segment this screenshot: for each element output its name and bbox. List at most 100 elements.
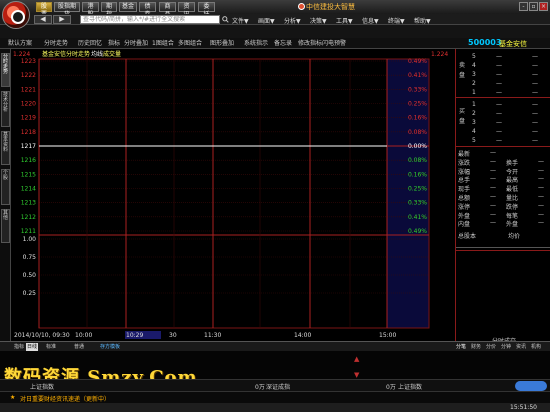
buy-volume: — bbox=[532, 128, 538, 135]
pct-tick-label: 0.00% bbox=[408, 143, 427, 150]
pct-tick-label: 0.49% bbox=[408, 58, 427, 65]
menu-item-7[interactable]: 帮助▼ bbox=[414, 16, 431, 25]
time-tick-label: 11:30 bbox=[204, 332, 221, 339]
quote-sub-tab-5[interactable]: 机构 bbox=[531, 343, 541, 351]
buy-price: — bbox=[496, 137, 502, 144]
price-tick-label: 0.75 bbox=[23, 254, 37, 261]
chart-frame bbox=[38, 58, 430, 329]
search-input[interactable]: 查寻代码/简拼，输入*/#进行全文搜索 bbox=[80, 15, 220, 24]
time-tick-label: 2014/10/10, 09:30 bbox=[14, 332, 70, 339]
scroll-up-icon[interactable]: ▲ bbox=[354, 355, 362, 363]
stat-value: — bbox=[538, 219, 544, 227]
price-tick-label: 1215 bbox=[21, 171, 36, 178]
quote-code: 500003 bbox=[468, 38, 502, 47]
menu-item-2[interactable]: 分析▼ bbox=[284, 16, 301, 25]
bottom-tabs: 指标 日线 标准 普通 存方模板 分笔 财务 分价 分钟 资讯 机构 bbox=[0, 341, 550, 351]
star-icon: ★ bbox=[10, 394, 16, 401]
vertical-tab-1[interactable]: 技术分析 bbox=[1, 91, 10, 127]
close-button[interactable]: × bbox=[539, 2, 548, 11]
menu-item-4[interactable]: 工具▼ bbox=[336, 16, 353, 25]
tab-0[interactable]: 默认方案 bbox=[8, 39, 32, 48]
price-tick-label: 1214 bbox=[21, 186, 36, 193]
quote-sub-tab-4[interactable]: 资讯 bbox=[516, 343, 526, 351]
stat-value: — bbox=[538, 157, 544, 165]
buy-volume: — bbox=[532, 101, 538, 108]
index-ticker: 上证指数 0万 深证成指 0万 上证指数 bbox=[0, 379, 550, 391]
price-tick-label: 0.25 bbox=[23, 290, 37, 297]
market-button-7[interactable]: 资讯 bbox=[178, 2, 195, 18]
menu-item-3[interactable]: 决策▼ bbox=[310, 16, 327, 25]
bottom-tab-2[interactable]: 标准 bbox=[46, 343, 56, 351]
pct-tick-label: 0.41% bbox=[408, 214, 427, 221]
tab-3[interactable]: 指标 bbox=[108, 39, 120, 48]
pct-tick-label: 0.25% bbox=[408, 186, 427, 193]
tab-4[interactable]: 分时叠加 bbox=[124, 39, 148, 48]
app-title: 中信建投大智慧 bbox=[306, 3, 355, 11]
bottom-tab-4[interactable]: 存方模板 bbox=[100, 343, 120, 351]
menu-item-6[interactable]: 终端▼ bbox=[388, 16, 405, 25]
market-button-3[interactable]: 期指 bbox=[101, 2, 117, 18]
sell-volume: — bbox=[532, 89, 538, 96]
view-tabs: 默认方案 分时走势 历史回忆 指标 分时叠加 1图组合 多图组合 图形叠加 系统指示 备忘录 修改指… bbox=[0, 38, 550, 49]
tab-9[interactable]: 备忘录 bbox=[274, 39, 292, 48]
menu-item-1[interactable]: 画面▼ bbox=[258, 16, 275, 25]
quote-sub-tab-1[interactable]: 财务 bbox=[471, 343, 481, 351]
bottom-tab-1[interactable]: 日线 bbox=[26, 343, 39, 351]
vertical-tab-4[interactable]: 其他 bbox=[1, 209, 10, 243]
tab-2[interactable]: 历史回忆 bbox=[78, 39, 102, 48]
tab-6[interactable]: 多图组合 bbox=[178, 39, 202, 48]
sell-volume: — bbox=[532, 80, 538, 87]
stat-value: — bbox=[538, 193, 544, 200]
header-price-right: 1.224 bbox=[431, 51, 448, 58]
market-button-5[interactable]: 债券 bbox=[139, 2, 156, 18]
quote-sub-tab-2[interactable]: 分价 bbox=[486, 343, 496, 351]
minimize-button[interactable]: - bbox=[519, 2, 528, 11]
market-button-6[interactable]: 商品 bbox=[159, 2, 176, 18]
tab-5[interactable]: 1图组合 bbox=[152, 39, 174, 48]
news-text[interactable]: 对日重要财经资讯速递（更新中） bbox=[20, 394, 110, 403]
price-tick-label: 1213 bbox=[21, 200, 36, 207]
tab-10[interactable]: 修改指标 bbox=[298, 39, 322, 48]
bottom-tab-3[interactable]: 普通 bbox=[74, 343, 84, 351]
quote-sub-tab-0[interactable]: 分笔 bbox=[456, 343, 466, 351]
ticker-item: 上证指数 bbox=[30, 384, 55, 391]
search-icon[interactable] bbox=[222, 16, 229, 23]
back-button[interactable]: ◀ bbox=[34, 15, 52, 24]
tab-8[interactable]: 系统指示 bbox=[244, 39, 268, 48]
sell-label: 卖盘 bbox=[459, 62, 466, 79]
tab-7[interactable]: 图形叠加 bbox=[210, 39, 234, 48]
buy-level: 1 bbox=[472, 101, 476, 108]
menu-item-0[interactable]: 文件▼ bbox=[232, 16, 249, 25]
pct-tick-label: 0.16% bbox=[408, 171, 427, 178]
vertical-tab-2[interactable]: 基本资料 bbox=[1, 131, 10, 165]
vertical-tab-0[interactable]: 分时走势 bbox=[1, 53, 10, 87]
time-tick-label: 10:29 bbox=[126, 332, 143, 339]
market-button-2[interactable]: 港股 bbox=[82, 2, 99, 18]
market-button-8[interactable]: 委托 bbox=[198, 2, 215, 18]
market-button-0[interactable]: 股票 bbox=[36, 2, 52, 18]
after-hours-band bbox=[387, 59, 429, 328]
buy-price: — bbox=[496, 119, 502, 126]
intraday-chart[interactable]: 1223 1222 1221 1220 1219 1218 1217 1216 1215 1214… bbox=[11, 49, 455, 341]
stat-label: 涨跌 bbox=[458, 159, 471, 167]
bottom-tab-0[interactable]: 指标 bbox=[14, 343, 24, 351]
tab-1[interactable]: 分时走势 bbox=[44, 39, 68, 48]
stat-label: 外盘 bbox=[458, 212, 471, 220]
separator bbox=[456, 97, 550, 98]
buy-label: 买盘 bbox=[459, 108, 466, 125]
sell-volume: — bbox=[532, 53, 538, 60]
forward-button[interactable]: ▶ bbox=[53, 15, 71, 24]
buy-volume: — bbox=[532, 137, 538, 144]
stat-value: — bbox=[538, 210, 544, 218]
status-bar: 15:51:50 bbox=[0, 403, 550, 412]
menu-item-5[interactable]: 信息▼ bbox=[362, 16, 379, 25]
market-button-4[interactable]: 基金 bbox=[119, 2, 137, 12]
maximize-button[interactable]: ▫ bbox=[529, 2, 538, 11]
scroll-down-icon[interactable]: ▼ bbox=[354, 371, 362, 379]
stat-label: 总额 bbox=[458, 195, 471, 202]
market-button-1[interactable]: 股指期货 bbox=[54, 2, 80, 18]
tab-11[interactable]: 闪电预警 bbox=[322, 39, 346, 48]
quote-sub-tab-3[interactable]: 分钟 bbox=[501, 343, 511, 351]
vertical-tab-3[interactable]: 个股 bbox=[1, 169, 10, 205]
stat-value: — bbox=[490, 201, 496, 209]
